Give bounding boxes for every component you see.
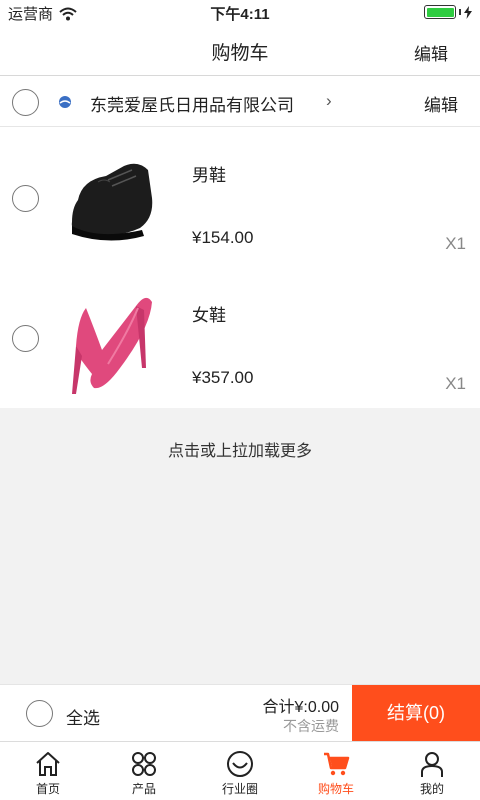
shop-header: 东莞爱屋氏日用品有限公司 › 编辑 [0, 77, 480, 127]
item-price: ¥357.00 [192, 368, 254, 387]
smile-icon [227, 751, 253, 777]
womens-shoe-image[interactable] [58, 278, 168, 398]
tab-profile[interactable]: 我的 [384, 742, 480, 800]
home-icon [36, 752, 60, 776]
mens-shoe-image[interactable] [58, 138, 168, 258]
nav-bar: 购物车 编辑 [0, 24, 480, 76]
item-select-radio[interactable] [12, 185, 39, 212]
battery-icon [424, 5, 472, 19]
tab-home[interactable]: 首页 [0, 742, 96, 800]
grid-icon [132, 752, 156, 776]
item-name[interactable]: 女鞋 [192, 301, 226, 326]
item-quantity: X1 [445, 234, 466, 253]
page-title: 购物车 [211, 43, 269, 64]
chevron-right-icon[interactable]: › [326, 91, 332, 111]
total-amount: 合计¥:0.00 [262, 699, 340, 716]
content-background: 点击或上拉加载更多 [0, 408, 480, 684]
status-bar: 运营商 下午4:11 [0, 0, 480, 24]
tab-label: 购物车 [317, 782, 354, 796]
tab-label: 行业圈 [221, 782, 258, 796]
tab-products[interactable]: 产品 [96, 742, 192, 800]
select-all-label[interactable]: 全选 [66, 704, 100, 729]
shop-select-radio[interactable] [12, 89, 39, 116]
checkout-button[interactable]: 结算(0) [352, 685, 480, 742]
tab-cart[interactable]: 购物车 [288, 742, 384, 800]
tab-label: 我的 [419, 782, 444, 796]
status-time: 下午4:11 [210, 6, 270, 23]
user-icon [421, 752, 443, 777]
item-quantity: X1 [445, 374, 466, 393]
cart-icon [324, 752, 350, 776]
shop-edit-button[interactable]: 编辑 [424, 91, 458, 116]
tab-industry[interactable]: 行业圈 [192, 742, 288, 800]
load-more-button[interactable]: 点击或上拉加载更多 [0, 437, 480, 461]
tab-label: 首页 [35, 782, 60, 796]
item-name[interactable]: 男鞋 [192, 161, 226, 186]
checkout-bar: 全选 合计¥:0.00 不含运费 结算(0) [0, 684, 480, 742]
edit-button[interactable]: 编辑 [414, 40, 448, 65]
shipping-note: 不含运费 [283, 718, 339, 734]
item-price: ¥154.00 [192, 228, 254, 247]
shop-logo-icon [59, 96, 71, 108]
select-all-radio[interactable] [26, 700, 53, 727]
charging-icon [464, 5, 472, 19]
item-select-radio[interactable] [12, 325, 39, 352]
tab-label: 产品 [131, 782, 156, 796]
cart-item: 女鞋 ¥357.00 X1 [0, 268, 480, 408]
cart-item: 男鞋 ¥154.00 X1 [0, 128, 480, 268]
tab-bar: 首页 产品 行业圈 购物车 我的 [0, 741, 480, 800]
shop-name[interactable]: 东莞爱屋氏日用品有限公司 [90, 91, 294, 116]
